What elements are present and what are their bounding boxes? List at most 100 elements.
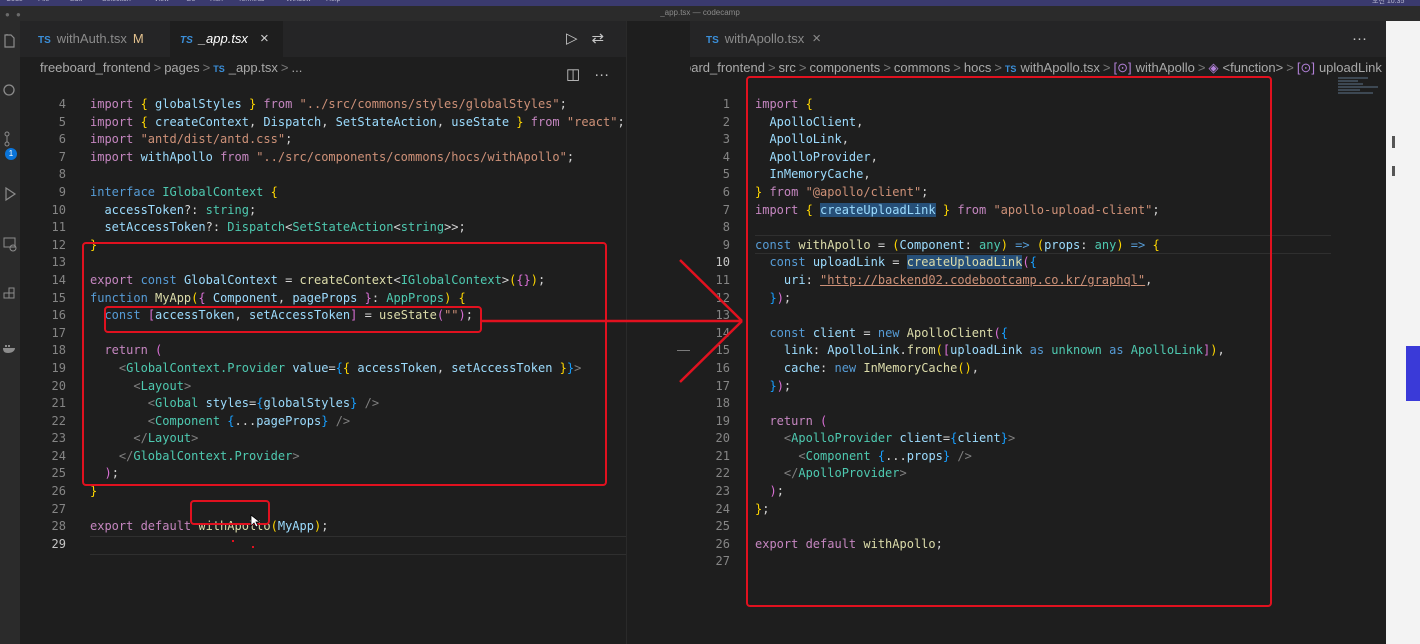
breadcrumb-item[interactable]: src (779, 60, 796, 75)
chevron-right-icon: > (153, 60, 162, 75)
code-token: , (321, 114, 336, 129)
code-token: ; (285, 132, 293, 147)
explorer-icon[interactable] (2, 33, 18, 49)
tab-withapollo[interactable]: TS withApollo.tsx × (706, 21, 821, 57)
line-number: 12 (51, 237, 66, 252)
breadcrumb-item[interactable]: pages (164, 60, 199, 75)
code-token: from (220, 149, 257, 164)
code-token: useState (451, 114, 517, 129)
typescript-icon: TS (38, 35, 51, 46)
chevron-right-icon: > (798, 60, 807, 75)
menu-item[interactable]: View (154, 0, 169, 3)
scroll-mark (1392, 136, 1395, 148)
menu-item[interactable]: Selection (102, 0, 131, 3)
menu-item[interactable]: Go (186, 0, 195, 3)
typescript-icon: TS (180, 35, 193, 46)
line-number: 9 (722, 237, 730, 252)
symbol-icon: [⊙] (1296, 60, 1315, 75)
code-token: import (90, 149, 141, 164)
line-number: 4 (58, 97, 66, 111)
chevron-right-icon: > (1102, 60, 1111, 75)
breadcrumb-item[interactable]: hocs (964, 60, 991, 75)
code-token: withApollo (140, 149, 221, 164)
breadcrumb-item[interactable]: withApollo (1136, 60, 1195, 75)
menu-item[interactable]: Window (286, 0, 311, 3)
search-icon[interactable] (2, 83, 18, 99)
breadcrumb-item[interactable]: commons (894, 60, 950, 75)
split-editor-icon[interactable]: ◫ (566, 57, 580, 93)
typescript-icon: TS (1004, 64, 1017, 74)
code-token: import (90, 114, 141, 129)
line-number: 1 (722, 97, 730, 111)
right-tab-bar: TS withApollo.tsx × ··· (690, 21, 1386, 57)
code-token: SetStateAction (292, 220, 394, 235)
breadcrumb-item[interactable]: <function> (1223, 60, 1284, 75)
line-number: 20 (51, 378, 66, 393)
code-token: < (393, 220, 401, 235)
breadcrumb-item[interactable]: withApollo.tsx (1020, 60, 1099, 75)
code-token: from (530, 114, 567, 129)
run-debug-icon[interactable] (2, 186, 18, 202)
breadcrumb-item[interactable]: uploadLink (1319, 60, 1382, 75)
line-number: 18 (715, 396, 730, 411)
close-icon[interactable]: × (812, 30, 821, 47)
close-icon[interactable]: × (260, 30, 269, 47)
code-token: createContext (155, 114, 249, 129)
chevron-right-icon: > (1197, 60, 1206, 75)
line-number: 19 (51, 360, 66, 375)
menu-item[interactable]: File (38, 0, 49, 3)
code-token: MyApp (277, 519, 314, 534)
tab-app[interactable]: TS _app.tsx × (170, 21, 283, 57)
code-text: import { globalStyles } from "../src/com… (90, 96, 567, 114)
menu-item[interactable]: Run (210, 0, 223, 3)
scroll-mark (1392, 166, 1395, 176)
mouse-cursor-icon (250, 514, 260, 528)
chevron-right-icon: > (883, 60, 891, 75)
line-number: 7 (58, 149, 66, 164)
extensions-icon[interactable] (2, 286, 18, 302)
code-token: "../src/commons/styles/globalStyles" (299, 97, 560, 111)
line-number: 21 (51, 396, 66, 411)
breadcrumb: freeboard_frontend > pages > TS _app.tsx >... (40, 57, 302, 79)
annotation-dot (252, 546, 254, 548)
code-token: } (516, 114, 531, 129)
docker-icon[interactable] (2, 339, 18, 355)
minimap[interactable] (1338, 77, 1386, 117)
code-token: , (436, 114, 452, 129)
symbol-icon: ◈ (1208, 60, 1219, 75)
breadcrumb-item[interactable]: ... (291, 60, 302, 75)
tab-withauth[interactable]: TS withAuth.tsx M (38, 21, 144, 57)
chevron-right-icon: > (953, 60, 961, 75)
code-token: accessToken (104, 202, 184, 217)
line-number: 8 (722, 220, 730, 235)
code-token: "../src/components/commons/hocs/withApol… (256, 149, 567, 164)
menu-item[interactable]: Help (326, 0, 340, 3)
annotation-dot (232, 540, 234, 542)
run-icon[interactable]: ▷ (566, 21, 578, 57)
compare-icon[interactable]: ⇄ (592, 21, 605, 57)
breadcrumb-item[interactable]: freeboard_frontend (40, 60, 151, 75)
current-line-highlight (90, 536, 626, 555)
code-text: accessToken?: string; (90, 202, 256, 220)
window-title: _app.tsx — codecamp (660, 8, 740, 17)
line-number: 5 (58, 114, 66, 129)
line-number: 24 (715, 501, 730, 516)
tab-label: withAuth.tsx (56, 31, 127, 46)
menu-item[interactable]: Code (6, 0, 23, 3)
line-number: 10 (51, 202, 66, 217)
menu-item[interactable]: Edit (70, 0, 82, 3)
code-token: globalStyles (155, 97, 249, 111)
menu-item[interactable]: Terminal (238, 0, 264, 3)
breadcrumb-item[interactable]: oard_frontend (690, 60, 765, 75)
remote-explorer-icon[interactable] (2, 236, 18, 252)
breadcrumb-item[interactable]: _app.tsx (229, 60, 278, 75)
source-control-icon[interactable] (2, 131, 18, 147)
more-actions-icon[interactable]: ··· (594, 57, 609, 93)
code-token: setAccessToken (104, 220, 206, 235)
breadcrumb-item[interactable]: components (809, 60, 880, 75)
line-number: 18 (51, 343, 66, 358)
more-actions-icon[interactable]: ··· (1352, 21, 1367, 57)
code-token: ?: (205, 220, 228, 235)
line-number: 29 (51, 536, 66, 551)
adjacent-window-edge (1386, 21, 1420, 644)
